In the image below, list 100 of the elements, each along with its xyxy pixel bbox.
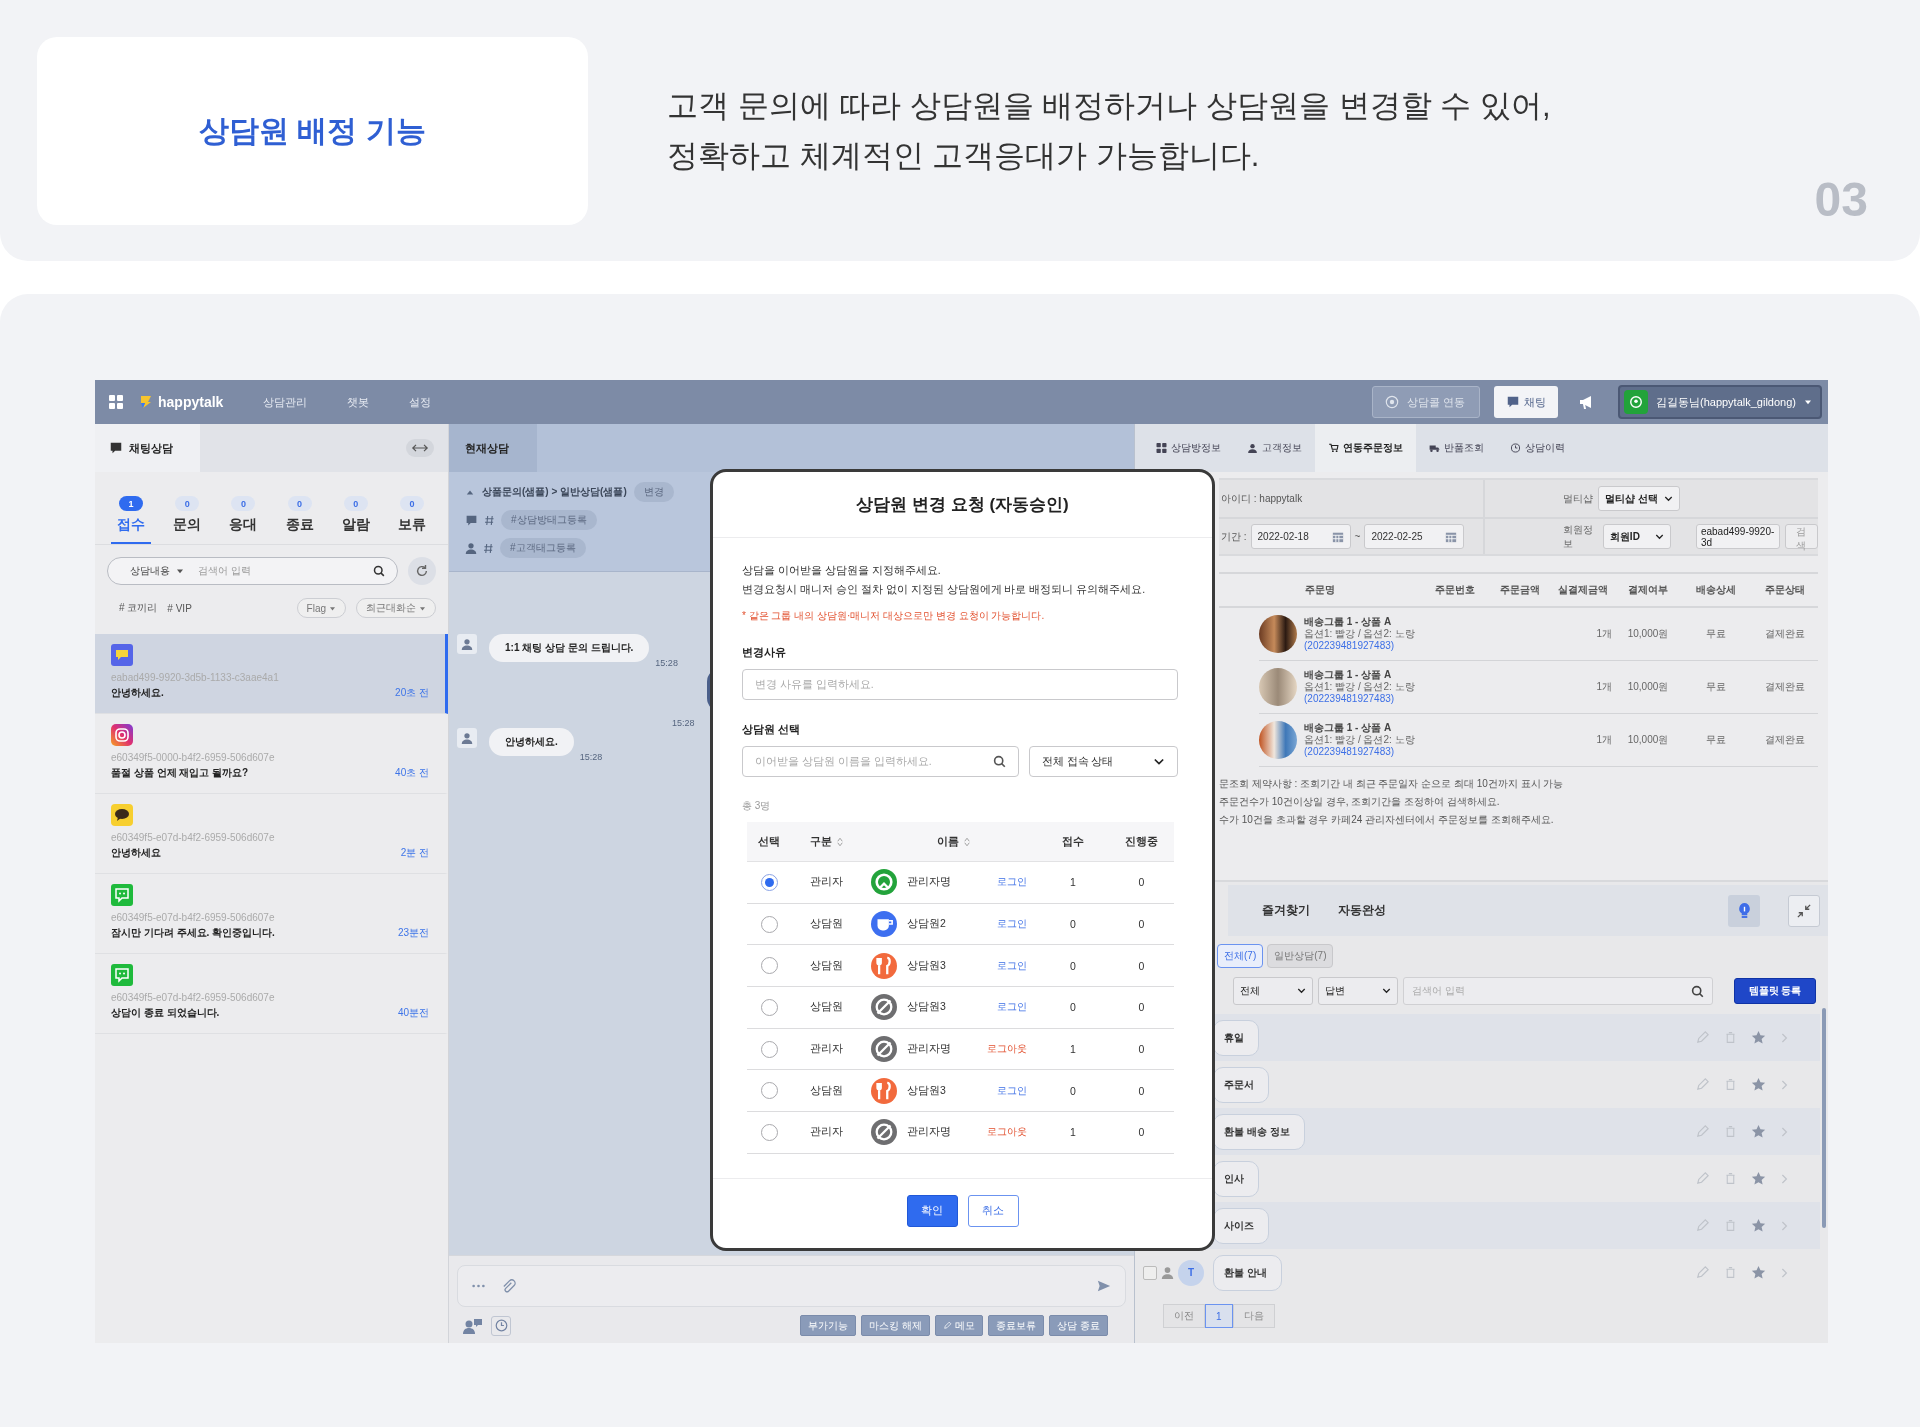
edit-icon[interactable] — [1695, 1030, 1710, 1045]
status-tab[interactable]: 0 종료 — [279, 472, 320, 544]
chevron-right-icon[interactable] — [1780, 1031, 1788, 1044]
info-tab[interactable]: 고객정보 — [1234, 424, 1315, 472]
expand-button[interactable] — [406, 439, 434, 457]
collapse-button[interactable] — [1788, 894, 1820, 927]
edit-icon[interactable] — [1695, 1218, 1710, 1233]
chat-button[interactable]: 채팅 — [1494, 386, 1558, 418]
status-tab[interactable]: 0 보류 — [391, 472, 432, 544]
edit-icon[interactable] — [1695, 1265, 1710, 1280]
scrollbar[interactable] — [1822, 1008, 1826, 1228]
send-icon[interactable] — [1097, 1279, 1111, 1293]
user-menu[interactable]: 김길동님(happytalk_gildong) — [1618, 385, 1822, 419]
cancel-button[interactable]: 취소 — [967, 1194, 1019, 1227]
info-tab[interactable]: 상담방정보 — [1143, 424, 1234, 472]
filter-dropdown[interactable]: 최근대화순 — [356, 598, 436, 618]
radio-button[interactable] — [760, 957, 778, 975]
star-icon[interactable] — [1751, 1218, 1766, 1233]
radio-button[interactable] — [760, 1082, 778, 1100]
column-header[interactable]: 구분 — [791, 834, 861, 849]
status-select[interactable]: 전체 접속 상태 — [1028, 746, 1178, 777]
member-select[interactable]: 회원ID — [1602, 524, 1671, 549]
tag-filter[interactable]: # 코끼리 — [119, 601, 158, 615]
radio-button[interactable] — [760, 1040, 778, 1058]
tag-filter[interactable]: # VIP — [167, 602, 192, 614]
order-number-link[interactable]: (202239481927483) — [1304, 746, 1415, 758]
date-field[interactable]: 2022-02-25 — [1364, 524, 1465, 549]
delete-icon[interactable] — [1724, 1124, 1737, 1139]
chat-list-item[interactable]: e60349f5-e07d-b4f2-6959-506d607e 상담이 종료 되었습니다. 40분전 — [95, 954, 448, 1034]
radio-button[interactable] — [760, 1123, 778, 1141]
chat-list-item[interactable]: e60349f5-e07d-b4f2-6959-506d607e 잠시만 기다려 주세요. 확인중입니다. 23분전 — [95, 874, 448, 954]
category-select[interactable]: 전체 — [1233, 977, 1313, 1005]
radio-button[interactable] — [760, 915, 778, 933]
template-item[interactable]: 인사 — [1213, 1160, 1259, 1197]
member-id-field[interactable]: eabad499-9920-3d — [1695, 524, 1780, 549]
chevron-right-icon[interactable] — [1780, 1266, 1788, 1279]
refresh-button[interactable] — [408, 557, 436, 585]
search-field[interactable]: 상담내용 검색어 입력 — [107, 557, 398, 585]
chat-list-item[interactable]: e60349f5-0000-b4f2-6959-506d607e 품절 상품 언제 재입고 될까요? 40초 전 — [95, 714, 448, 794]
star-icon[interactable] — [1751, 1265, 1766, 1280]
edit-icon[interactable] — [1695, 1124, 1710, 1139]
page-button[interactable]: 1 — [1205, 1304, 1233, 1328]
pencil-icon — [943, 1321, 953, 1330]
person-chat-icon[interactable] — [463, 1317, 483, 1334]
filter-chip[interactable]: 일반상담(7) — [1267, 944, 1334, 968]
filter-dropdown[interactable]: Flag — [296, 598, 346, 618]
message-input[interactable] — [457, 1265, 1126, 1307]
status-tab[interactable]: 0 문의 — [167, 472, 208, 544]
template-item[interactable]: 사이즈 — [1213, 1207, 1269, 1244]
template-item[interactable]: 휴일 — [1213, 1019, 1259, 1056]
panel-tab[interactable]: 현재상담 — [449, 424, 537, 472]
clock-button[interactable] — [491, 1315, 511, 1336]
paperclip-icon[interactable] — [501, 1278, 516, 1294]
delete-icon[interactable] — [1724, 1218, 1737, 1233]
filter-chip[interactable]: 전체(7) — [1217, 944, 1264, 968]
more-icon[interactable] — [472, 1284, 485, 1288]
chat-app-icon — [111, 884, 133, 906]
confirm-button[interactable]: 확인 — [906, 1194, 958, 1227]
status-tab[interactable]: 0 응대 — [223, 472, 264, 544]
status-tab[interactable]: 0 알람 — [335, 472, 376, 544]
radio-button[interactable] — [760, 873, 778, 891]
template-item[interactable]: 주문서 — [1213, 1066, 1269, 1103]
chevron-right-icon[interactable] — [1780, 1125, 1788, 1138]
chevron-right-icon[interactable] — [1780, 1172, 1788, 1185]
edit-icon[interactable] — [1695, 1077, 1710, 1092]
search-scope[interactable]: 상담내용 — [130, 564, 170, 578]
delete-icon[interactable] — [1724, 1171, 1737, 1186]
product-photo — [1259, 721, 1297, 759]
delete-icon[interactable] — [1724, 1077, 1737, 1092]
chat-list-item[interactable]: e60349f5-e07d-b4f2-6959-506d607e 안녕하세요 2분 전 — [95, 794, 448, 874]
tip-button[interactable] — [1728, 894, 1760, 927]
column-header[interactable]: 이름 — [861, 834, 1045, 849]
panel-tab[interactable]: 채팅상담 — [95, 424, 200, 472]
chevron-right-icon[interactable] — [1780, 1219, 1788, 1232]
info-tab[interactable]: 상담이력 — [1497, 424, 1578, 472]
star-icon[interactable] — [1751, 1077, 1766, 1092]
edit-icon[interactable] — [1695, 1171, 1710, 1186]
collapse-up-icon[interactable] — [465, 488, 475, 496]
checkbox[interactable] — [1143, 1265, 1157, 1280]
template-item[interactable]: 환불 안내 — [1213, 1254, 1282, 1291]
delete-icon[interactable] — [1724, 1030, 1737, 1045]
mall-select[interactable]: 멀티샵 선택 — [1598, 486, 1680, 511]
register-template-button[interactable]: 템플릿 등록 — [1734, 978, 1816, 1004]
star-icon[interactable] — [1751, 1124, 1766, 1139]
apps-grid-icon[interactable] — [109, 395, 123, 409]
info-tab[interactable]: 연동주문정보 — [1315, 424, 1416, 472]
date-field[interactable]: 2022-02-18 — [1250, 524, 1351, 549]
chevron-right-icon[interactable] — [1780, 1078, 1788, 1091]
info-tab[interactable]: 반품조회 — [1416, 424, 1497, 472]
template-tab[interactable]: 즐겨찾기 — [1262, 902, 1310, 919]
delete-icon[interactable] — [1724, 1265, 1737, 1280]
template-item[interactable]: 환불 배송 정보 — [1213, 1113, 1305, 1150]
radio-button[interactable] — [760, 998, 778, 1016]
order-number-link[interactable]: (202239481927483) — [1304, 693, 1415, 705]
order-number-link[interactable]: (202239481927483) — [1304, 640, 1415, 652]
template-tab[interactable]: 자동완성 — [1338, 902, 1386, 919]
star-icon[interactable] — [1751, 1171, 1766, 1186]
star-icon[interactable] — [1751, 1030, 1766, 1045]
status-tab[interactable]: 1 접수 — [111, 472, 152, 544]
type-select[interactable]: 답변 — [1318, 977, 1398, 1005]
